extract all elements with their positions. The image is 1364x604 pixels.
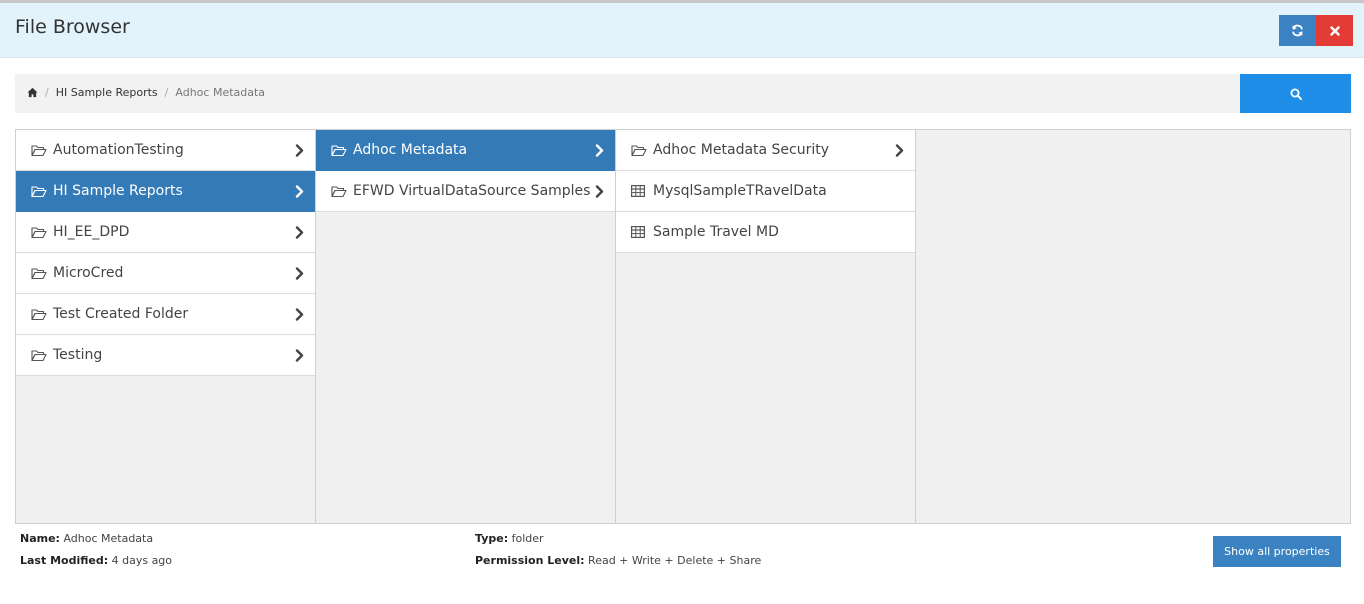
show-all-properties-button[interactable]: Show all properties [1213,536,1341,567]
file-browser-page: File Browser / HI Sample Reports / Adhoc… [0,0,1364,604]
item-label: Sample Travel MD [653,224,779,240]
folder-item-automationtesting[interactable]: AutomationTesting [16,130,315,171]
folder-open-icon [31,226,47,238]
search-icon [1290,88,1302,100]
property-name: Name: Adhoc Metadata [20,532,153,545]
item-label: HI_EE_DPD [53,224,130,240]
folder-icon-wrap [331,144,347,157]
chevron-right-icon [295,226,304,239]
item-label: HI Sample Reports [53,183,183,199]
breadcrumb-item-hi-sample-reports[interactable]: HI Sample Reports [56,86,158,99]
property-last-modified-label: Last Modified: [20,554,109,567]
properties-panel: Name: Adhoc Metadata Last Modified: 4 da… [0,527,1364,604]
folder-icon-wrap [31,349,47,362]
item-label: EFWD VirtualDataSource Samples [353,183,591,199]
column-4-empty [916,130,1350,523]
breadcrumb-item-current: Adhoc Metadata [175,86,266,99]
folder-icon-wrap [31,308,47,321]
property-permission-value: Read + Write + Delete + Share [588,554,762,567]
column-2: Adhoc Metadata EFWD VirtualDataSource Sam… [316,130,616,523]
metadata-item-mysqlsampletraveldata[interactable]: MysqlSampleTRavelData [616,171,915,212]
header-bar: File Browser [0,3,1364,58]
breadcrumb-separator: / [45,86,49,99]
table-icon [631,185,645,197]
column-3: Adhoc Metadata Security MysqlSampleTRavel… [616,130,916,523]
property-permission-level: Permission Level: Read + Write + Delete … [475,554,761,567]
chevron-right-icon [295,185,304,198]
item-label: Test Created Folder [53,306,189,322]
folder-icon-wrap [31,144,47,157]
item-label: MicroCred [53,265,124,281]
property-permission-label: Permission Level: [475,554,585,567]
chevron-right-icon [295,267,304,280]
home-icon[interactable] [27,87,38,98]
folder-open-icon [331,144,347,156]
chevron-right-icon [295,308,304,321]
folder-open-icon [331,185,347,197]
folder-item-test-created-folder[interactable]: Test Created Folder [16,294,315,335]
item-label: Testing [53,347,103,363]
folder-item-adhoc-metadata[interactable]: Adhoc Metadata [316,130,615,171]
chevron-right-icon [295,349,304,362]
breadcrumb-separator: / [164,86,169,99]
breadcrumb-bar: / HI Sample Reports / Adhoc Metadata [15,74,1240,113]
folder-item-microcred[interactable]: MicroCred [16,253,315,294]
metadata-item-sample-travel-md[interactable]: Sample Travel MD [616,212,915,253]
item-label: Adhoc Metadata [353,142,468,158]
item-label: AutomationTesting [53,142,184,158]
breadcrumb: / HI Sample Reports / Adhoc Metadata [27,86,265,99]
folder-open-icon [31,144,47,156]
folder-open-icon [631,144,647,156]
item-label: Adhoc Metadata Security [653,142,830,158]
property-name-value: Adhoc Metadata [63,532,154,545]
table-icon-wrap [631,185,647,198]
folder-item-efwd-virtualdatasource-samples[interactable]: EFWD VirtualDataSource Samples [316,171,615,212]
file-columns: AutomationTesting HI Sample Reports HI_EE_… [15,129,1351,524]
chevron-right-icon [895,144,904,157]
folder-icon-wrap [631,144,647,157]
folder-icon-wrap [31,185,47,198]
folder-item-hi-ee-dpd[interactable]: HI_EE_DPD [16,212,315,253]
folder-icon-wrap [31,226,47,239]
property-type-value: folder [511,532,544,545]
folder-item-testing[interactable]: Testing [16,335,315,376]
close-icon [1329,25,1340,36]
folder-open-icon [31,349,47,361]
property-name-label: Name: [20,532,60,545]
page-title: File Browser [15,16,130,38]
refresh-icon [1292,24,1303,37]
search-button[interactable] [1240,74,1351,113]
item-label: MysqlSampleTRavelData [653,183,827,199]
folder-open-icon [31,267,47,279]
property-type-label: Type: [475,532,509,545]
close-button[interactable] [1316,15,1353,46]
property-last-modified: Last Modified: 4 days ago [20,554,172,567]
folder-open-icon [31,185,47,197]
folder-icon-wrap [331,185,347,198]
column-1: AutomationTesting HI Sample Reports HI_EE_… [16,130,316,523]
folder-item-adhoc-metadata-security[interactable]: Adhoc Metadata Security [616,130,915,171]
table-icon-wrap [631,226,647,239]
refresh-button[interactable] [1279,15,1316,46]
chevron-right-icon [595,185,604,198]
folder-icon-wrap [31,267,47,280]
chevron-right-icon [295,144,304,157]
folder-item-hi-sample-reports[interactable]: HI Sample Reports [16,171,315,212]
property-type: Type: folder [475,532,544,545]
folder-open-icon [31,308,47,320]
chevron-right-icon [595,144,604,157]
property-last-modified-value: 4 days ago [111,554,173,567]
table-icon [631,226,645,238]
